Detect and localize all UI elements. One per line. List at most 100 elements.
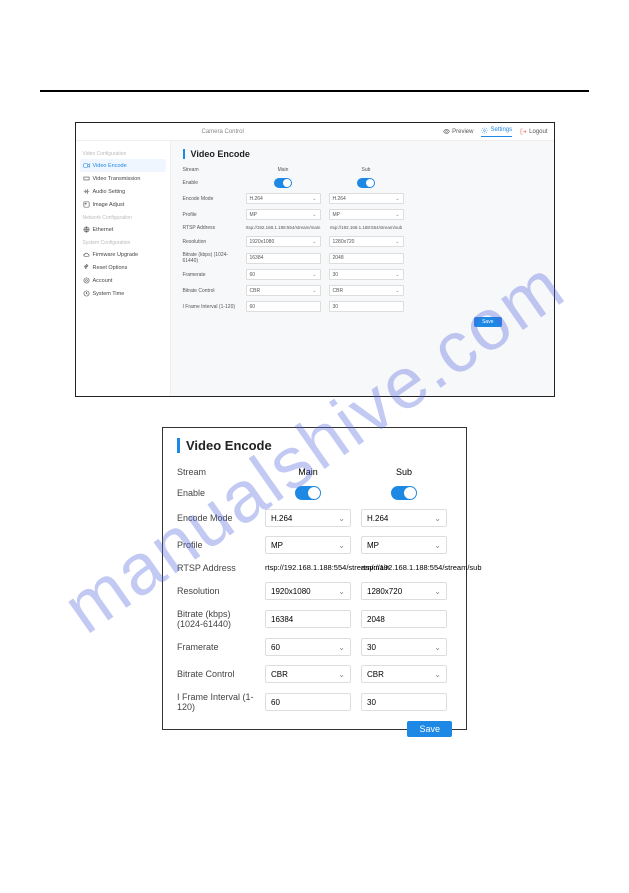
preview-link[interactable]: Preview xyxy=(443,128,473,135)
main-bitrate-input[interactable]: 16384 xyxy=(246,253,321,264)
cloud-icon xyxy=(83,251,90,258)
profile-label: Profile xyxy=(183,212,238,218)
main-profile-select[interactable]: MP⌄ xyxy=(246,209,321,220)
video-icon xyxy=(83,162,90,169)
bc-label: Bitrate Control xyxy=(177,669,255,679)
sub-bitrate-input[interactable]: 2048 xyxy=(329,253,404,264)
reset-icon xyxy=(83,264,90,271)
topbar: Camera Control Preview Settings Logout xyxy=(76,123,554,141)
chevron-down-icon: ⌄ xyxy=(434,670,441,679)
stream-label: Stream xyxy=(177,467,255,477)
settings-link[interactable]: Settings xyxy=(481,127,512,137)
sub-fps-select[interactable]: 30⌄ xyxy=(361,638,447,656)
main-profile-select[interactable]: MP⌄ xyxy=(265,536,351,554)
sub-bc-select[interactable]: CBR⌄ xyxy=(361,665,447,683)
sub-enable-toggle[interactable] xyxy=(391,486,417,500)
chevron-down-icon: ⌄ xyxy=(395,272,399,278)
encode-label: Encode Mode xyxy=(177,513,255,523)
sidebar-item-image-adjust[interactable]: Image Adjust xyxy=(80,198,166,211)
sub-rtsp: rtsp://192.168.1.188:554/stream/sub xyxy=(329,226,404,231)
main-iframe-input[interactable]: 60 xyxy=(246,301,321,312)
bc-label: Bitrate Control xyxy=(183,288,238,294)
main-res-select[interactable]: 1920x1080⌄ xyxy=(246,236,321,247)
sidebar-item-audio-setting[interactable]: Audio Setting xyxy=(80,185,166,198)
content: Video Encode StreamMainSub Enable Encode… xyxy=(171,141,554,396)
chevron-down-icon: ⌄ xyxy=(434,514,441,523)
sidebar-item-ethernet[interactable]: Ethernet xyxy=(80,223,166,236)
sub-encode-select[interactable]: H.264⌄ xyxy=(329,193,404,204)
framerate-label: Framerate xyxy=(183,272,238,278)
section-system: System Configuration xyxy=(80,236,166,248)
main-bc-select[interactable]: CBR⌄ xyxy=(246,285,321,296)
main-encode-select[interactable]: H.264⌄ xyxy=(246,193,321,204)
sub-res-select[interactable]: 1280x720⌄ xyxy=(329,236,404,247)
main-enable-toggle[interactable] xyxy=(295,486,321,500)
bitrate-label: Bitrate (kbps) (1024-61440) xyxy=(183,252,238,264)
sub-enable-toggle[interactable] xyxy=(357,178,375,188)
main-iframe-input[interactable]: 60 xyxy=(265,693,351,711)
section-video: Video Configuration xyxy=(80,147,166,159)
sub-res-select[interactable]: 1280x720⌄ xyxy=(361,582,447,600)
bitrate-label: Bitrate (kbps) (1024-61440) xyxy=(177,609,255,629)
sub-profile-select[interactable]: MP⌄ xyxy=(361,536,447,554)
sub-iframe-input[interactable]: 30 xyxy=(329,301,404,312)
sidebar-item-firmware[interactable]: Firmware Upgrade xyxy=(80,248,166,261)
save-button[interactable]: Save xyxy=(474,317,501,327)
sub-header: Sub xyxy=(361,467,447,477)
image-icon xyxy=(83,201,90,208)
sub-iframe-input[interactable]: 30 xyxy=(361,693,447,711)
sub-bitrate-input[interactable]: 2048 xyxy=(361,610,447,628)
enable-label: Enable xyxy=(183,180,238,186)
sub-profile-select[interactable]: MP⌄ xyxy=(329,209,404,220)
page-title: Video Encode xyxy=(183,149,542,159)
main-rtsp: rtsp://192.168.1.188:554/stream/main xyxy=(265,564,351,572)
main-bc-select[interactable]: CBR⌄ xyxy=(265,665,351,683)
framerate-label: Framerate xyxy=(177,642,255,652)
sub-header: Sub xyxy=(329,167,404,173)
main-res-select[interactable]: 1920x1080⌄ xyxy=(265,582,351,600)
chevron-down-icon: ⌄ xyxy=(395,196,399,202)
main-header: Main xyxy=(246,167,321,173)
sub-encode-select[interactable]: H.264⌄ xyxy=(361,509,447,527)
stream-label: Stream xyxy=(183,167,238,173)
save-button[interactable]: Save xyxy=(407,721,452,737)
section-network: Network Configuration xyxy=(80,211,166,223)
profile-label: Profile xyxy=(177,540,255,550)
sidebar-item-account[interactable]: Account xyxy=(80,274,166,287)
iframe-label: I Frame Interval (1-120) xyxy=(183,304,238,310)
sidebar-item-reset[interactable]: Reset Options xyxy=(80,261,166,274)
chevron-down-icon: ⌄ xyxy=(312,196,316,202)
chevron-down-icon: ⌄ xyxy=(434,541,441,550)
chevron-down-icon: ⌄ xyxy=(395,288,399,294)
chevron-down-icon: ⌄ xyxy=(338,514,345,523)
rtsp-label: RTSP Address xyxy=(183,225,238,231)
sub-bc-select[interactable]: CBR⌄ xyxy=(329,285,404,296)
chevron-down-icon: ⌄ xyxy=(395,212,399,218)
main-rtsp: rtsp://192.168.1.188:554/stream/main xyxy=(246,226,321,231)
chevron-down-icon: ⌄ xyxy=(395,239,399,245)
chevron-down-icon: ⌄ xyxy=(338,587,345,596)
sidebar: Video Configuration Video Encode Video T… xyxy=(76,141,171,396)
eye-icon xyxy=(443,128,450,135)
chevron-down-icon: ⌄ xyxy=(312,212,316,218)
main-encode-select[interactable]: H.264⌄ xyxy=(265,509,351,527)
chevron-down-icon: ⌄ xyxy=(338,541,345,550)
clock-icon xyxy=(83,290,90,297)
main-fps-select[interactable]: 60⌄ xyxy=(265,638,351,656)
main-fps-select[interactable]: 60⌄ xyxy=(246,269,321,280)
logout-link[interactable]: Logout xyxy=(520,128,547,135)
sidebar-item-video-transmission[interactable]: Video Transmission xyxy=(80,172,166,185)
main-enable-toggle[interactable] xyxy=(274,178,292,188)
chevron-down-icon: ⌄ xyxy=(434,643,441,652)
gear-icon xyxy=(481,127,488,134)
admin-screenshot-full: Camera Control Preview Settings Logout V… xyxy=(75,122,555,397)
app-title: Camera Control xyxy=(202,129,244,135)
transmit-icon xyxy=(83,175,90,182)
sub-fps-select[interactable]: 30⌄ xyxy=(329,269,404,280)
sidebar-item-systime[interactable]: System Time xyxy=(80,287,166,300)
sidebar-item-video-encode[interactable]: Video Encode xyxy=(80,159,166,172)
logout-icon xyxy=(520,128,527,135)
resolution-label: Resolution xyxy=(183,239,238,245)
rtsp-label: RTSP Address xyxy=(177,563,255,573)
main-bitrate-input[interactable]: 16384 xyxy=(265,610,351,628)
